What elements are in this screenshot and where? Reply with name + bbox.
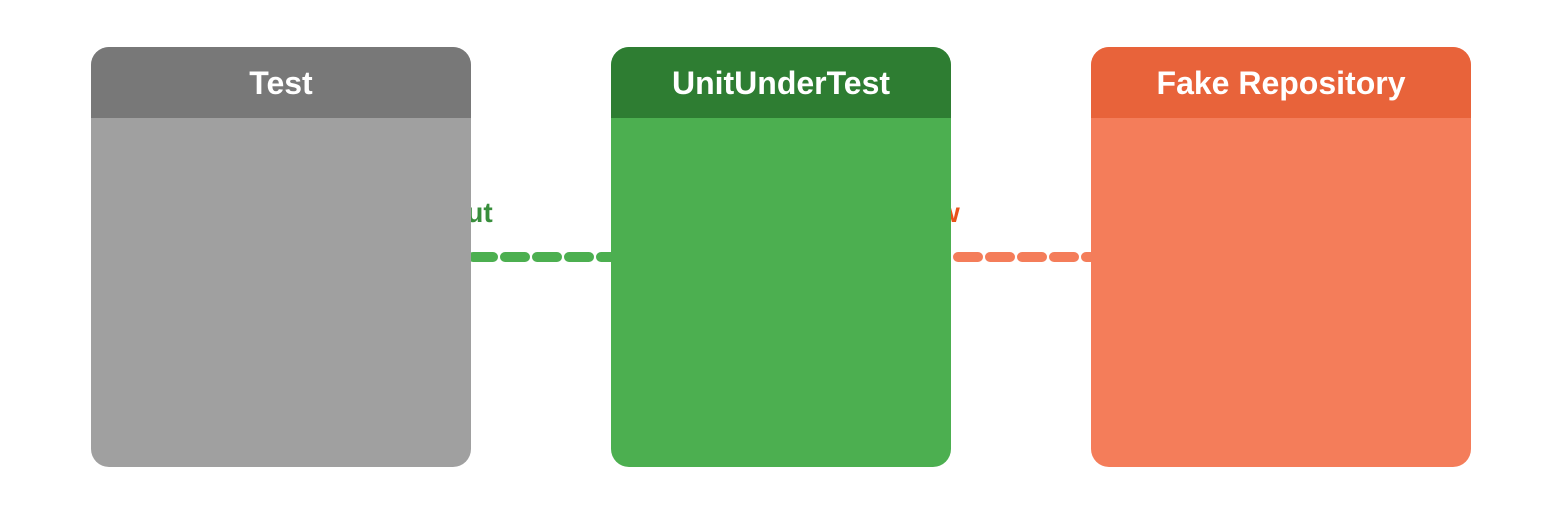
uut-box: UnitUnderTest [611,47,951,467]
uut-box-header: UnitUnderTest [611,47,951,118]
test-box-header: Test [91,47,471,118]
fake-title: Fake Repository [1157,65,1406,101]
fake-box-header: Fake Repository [1091,47,1471,118]
diagram: Output Flow Test UnitUnderTest Fake Repo… [31,27,1531,487]
uut-title: UnitUnderTest [672,65,890,101]
fake-box: Fake Repository [1091,47,1471,467]
test-box: Test [91,47,471,467]
test-title: Test [249,65,312,101]
